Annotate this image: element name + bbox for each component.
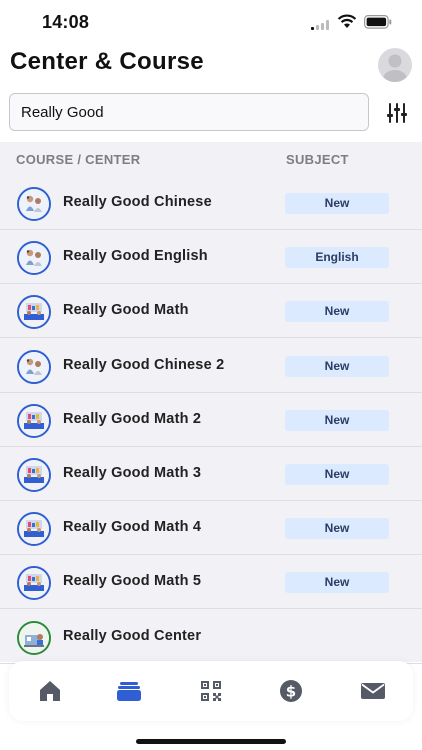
subject-badge: New [285, 464, 389, 485]
course-name: Really Good Chinese 2 [63, 356, 225, 373]
course-avatar [17, 566, 51, 601]
course-name: Really Good Center [63, 627, 202, 644]
course-avatar [17, 295, 51, 330]
course-name: Really Good Chinese [63, 194, 212, 210]
subject-badge: New [285, 301, 389, 323]
courses-icon[interactable] [115, 677, 143, 705]
search-input[interactable] [10, 94, 351, 130]
subject-badge: New [285, 355, 389, 377]
wifi-icon [337, 14, 357, 28]
list-item[interactable]: Really Good Math 3 New [0, 447, 422, 501]
cellular-signal-icon [311, 20, 329, 30]
list-item[interactable]: Really Good Math New [0, 284, 422, 339]
dollar-icon[interactable]: $ [277, 677, 305, 705]
home-icon[interactable] [36, 677, 64, 705]
classroom-illustration-icon [19, 514, 49, 545]
course-name: Really Good Math 2 [63, 410, 202, 427]
list-item[interactable]: Really Good Chinese New [0, 176, 422, 230]
course-avatar [17, 458, 51, 492]
subject-badge: New [285, 518, 389, 540]
course-avatar [17, 349, 51, 384]
kids-illustration-icon [19, 243, 49, 274]
bottom-tab-bar: $ [9, 661, 413, 721]
course-name: Really Good Math 3 [63, 465, 202, 481]
classroom-illustration-icon [19, 460, 49, 490]
status-bar: 14:08 [0, 0, 422, 44]
kids-illustration-icon [19, 189, 49, 219]
course-avatar [17, 403, 51, 438]
filter-sliders-icon[interactable] [385, 101, 409, 125]
column-header-course: COURSE / CENTER [16, 152, 141, 167]
center-illustration-icon [19, 622, 49, 653]
list-item[interactable]: Really Good English English [0, 230, 422, 285]
list-item[interactable]: Really Good Math 5 New [0, 555, 422, 610]
course-avatar [17, 187, 51, 221]
search-field[interactable] [9, 93, 369, 131]
classroom-illustration-icon [19, 297, 49, 328]
mail-icon[interactable] [359, 677, 387, 705]
qr-code-icon[interactable] [197, 677, 225, 705]
classroom-illustration-icon [19, 405, 49, 436]
classroom-illustration-icon [19, 568, 49, 599]
subject-badge: New [285, 572, 389, 594]
course-name: Really Good English [63, 248, 208, 265]
profile-avatar[interactable] [378, 48, 412, 82]
column-header-subject: SUBJECT [286, 152, 349, 167]
list-item[interactable]: Really Good Math 2 New [0, 393, 422, 447]
user-silhouette-icon [383, 54, 407, 82]
subject-badge: English [285, 247, 389, 269]
course-name: Really Good Math [63, 302, 189, 319]
course-name: Really Good Math 4 [63, 519, 202, 536]
kids-illustration-icon [19, 351, 49, 382]
course-name: Really Good Math 5 [63, 573, 202, 590]
course-avatar [17, 241, 51, 276]
subject-badge: New [285, 409, 389, 431]
course-avatar [17, 512, 51, 547]
page-title: Center & Course [10, 48, 204, 75]
battery-icon [364, 15, 392, 29]
subject-badge: New [285, 193, 389, 214]
status-time: 14:08 [42, 12, 90, 32]
home-indicator [136, 739, 286, 744]
list-item[interactable]: Really Good Chinese 2 New [0, 339, 422, 393]
course-avatar [17, 620, 51, 655]
course-list: COURSE / CENTER SUBJECT Really Good Chin… [0, 142, 422, 664]
list-item[interactable]: Really Good Center [0, 610, 422, 664]
list-item[interactable]: Really Good Math 4 New [0, 501, 422, 556]
svg-text:$: $ [286, 683, 296, 701]
